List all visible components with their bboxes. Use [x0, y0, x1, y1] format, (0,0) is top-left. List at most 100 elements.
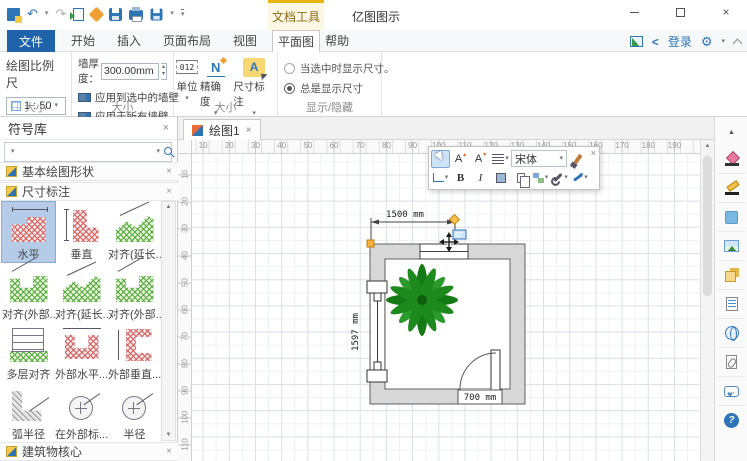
save-as-caret-icon[interactable]: ▾ [170, 10, 174, 18]
scroll-up-icon[interactable]: ▲ [166, 204, 172, 210]
symbol-item[interactable]: 垂直 [55, 202, 108, 262]
symbol-item[interactable]: 水平 [2, 202, 55, 262]
dimension-left[interactable]: 1597 mm [351, 313, 361, 351]
dimension-top[interactable]: 1500 mm [371, 210, 455, 241]
wall-thickness-input[interactable] [101, 63, 159, 80]
bold-button[interactable]: B [451, 169, 470, 187]
settings-gear-icon[interactable]: ⚙ [701, 35, 713, 49]
window-top[interactable] [420, 244, 468, 259]
save-as-icon[interactable] [151, 8, 163, 20]
fill-format-tool[interactable] [718, 145, 745, 174]
edraw-logo-icon[interactable] [7, 8, 20, 21]
tab-file[interactable]: 文件 [7, 30, 55, 52]
top-dimension-text: 1500 mm [386, 210, 424, 220]
stepper-up-icon[interactable]: ▴ [162, 64, 165, 71]
drawing-canvas[interactable]: 700 mm 1500 mm 1597 mm [192, 154, 700, 461]
section-building-core[interactable]: 建筑物核心 × [0, 442, 178, 461]
maximize-button[interactable] [665, 2, 695, 22]
export-image-icon[interactable] [630, 36, 643, 47]
symbol-search-input[interactable] [15, 144, 157, 160]
menu-tab[interactable]: 帮助 [314, 30, 360, 52]
undo-caret-icon[interactable]: ▾ [45, 10, 49, 18]
fill-square-icon [496, 173, 506, 183]
symbol-item[interactable]: 对齐(延长... [108, 202, 161, 262]
layers-tool[interactable] [718, 261, 745, 290]
login-link[interactable]: 登录 [668, 33, 692, 50]
settings-caret-icon[interactable]: ▾ [721, 38, 725, 46]
tab-floorplan-active[interactable]: 平面图 [272, 30, 320, 52]
menu-tab[interactable]: 插入 [106, 30, 152, 52]
section-basic-close-icon[interactable]: × [166, 166, 172, 177]
document-tab[interactable]: 绘图1 × [183, 119, 261, 140]
symbol-item[interactable]: 对齐(延长... [55, 262, 108, 322]
scroll-down-icon[interactable]: ▼ [166, 432, 172, 438]
tools-button[interactable]: ▾ [551, 169, 570, 187]
copy-style-button[interactable] [511, 169, 530, 187]
floating-toolbar-close-icon[interactable]: × [591, 148, 596, 158]
menu-tab[interactable]: 视图 [222, 30, 268, 52]
room-walls[interactable] [370, 244, 525, 404]
section-basic-shapes[interactable]: 基本绘图形状 × [0, 162, 178, 181]
menu-tab[interactable]: 开始 [60, 30, 106, 52]
paragraph-options-button[interactable]: ▾ [491, 150, 510, 168]
symbol-item[interactable]: 多层对齐 [2, 322, 55, 382]
wall-thickness-stepper[interactable]: ▴ ▾ [161, 63, 167, 80]
symbol-item[interactable]: 对齐(外部... [108, 262, 161, 322]
symbol-item[interactable]: 弧半径 [2, 382, 55, 442]
symbol-item[interactable]: 半径 [108, 382, 161, 442]
canvas-scrollbar-thumb[interactable] [703, 156, 712, 296]
symbol-item[interactable]: 对齐(外部... [2, 262, 55, 322]
save-icon[interactable] [109, 8, 122, 21]
search-icon[interactable] [164, 147, 172, 155]
fill-color-button[interactable] [491, 169, 510, 187]
format-painter-button[interactable] [568, 150, 587, 168]
ribbon-group-show-hide: 当选中时显示尺寸。 总是显示尺寸 显示/隐藏 [278, 52, 382, 116]
connector-tool-button[interactable]: ▾ [431, 169, 450, 187]
italic-button[interactable]: I [471, 169, 490, 187]
find-replace-button[interactable]: ▾ [531, 169, 550, 187]
font-family-combobox[interactable]: 宋体▾ [511, 150, 567, 167]
cursor-icon [434, 151, 447, 166]
help-tool[interactable]: ? [718, 406, 745, 435]
shape-format-tool[interactable] [718, 203, 745, 232]
redo-icon[interactable]: ↷ [55, 7, 66, 21]
notes-tool[interactable] [718, 290, 745, 319]
hyperlink-tool[interactable] [718, 319, 745, 348]
sidebar-collapse-icon[interactable]: ▲ [715, 129, 747, 136]
comment-tool[interactable]: ... [718, 377, 745, 406]
canvas-vertical-scrollbar[interactable]: ▲ [700, 140, 714, 461]
attachment-tool[interactable] [718, 348, 745, 377]
minimize-button[interactable] [619, 2, 649, 22]
radio-always-show[interactable]: 总是显示尺寸 [284, 81, 375, 96]
radio-show-when-selected[interactable]: 当选中时显示尺寸。 [284, 61, 375, 76]
symbol-item[interactable]: 外部垂直... [108, 322, 161, 382]
symbol-grid-scrollbar[interactable]: ▲ ▼ [161, 201, 176, 441]
stepper-down-icon[interactable]: ▾ [162, 71, 165, 78]
select-tool-button[interactable] [431, 150, 450, 168]
symbol-item[interactable]: 在外部标... [55, 382, 108, 442]
undo-icon[interactable]: ↶ [27, 7, 38, 21]
symbol-panel-close-icon[interactable]: × [163, 122, 169, 134]
insert-picture-tool[interactable] [718, 232, 745, 261]
collapse-ribbon-icon[interactable] [733, 38, 743, 48]
line-style-tool[interactable] [718, 174, 745, 203]
increase-font-button[interactable]: A▴ [451, 150, 470, 168]
customize-qat-icon[interactable]: ▾ [181, 9, 185, 19]
menu-tab[interactable]: 页面布局 [152, 30, 222, 52]
decrease-font-button[interactable]: A▾ [471, 150, 490, 168]
edraw-diamond-icon[interactable] [89, 6, 105, 22]
search-history-caret-icon[interactable]: ▾ [157, 148, 161, 156]
document-tab-close-icon[interactable]: × [246, 125, 252, 136]
selection-handle-square[interactable] [367, 240, 374, 247]
section-dimensioning[interactable]: 尺寸标注 × [0, 182, 178, 201]
section-dim-close-icon[interactable]: × [166, 186, 172, 197]
symbol-item[interactable]: 外部水平... [55, 322, 108, 382]
close-button[interactable]: × [711, 2, 741, 22]
section-building-close-icon[interactable]: × [166, 446, 172, 457]
dimension-door[interactable]: 700 mm [458, 390, 502, 404]
share-icon[interactable]: < [652, 35, 659, 49]
print-icon[interactable] [129, 10, 143, 20]
import-icon[interactable] [73, 8, 84, 21]
canvas-scroll-up-icon[interactable]: ▲ [701, 143, 714, 149]
edit-pen-button[interactable]: ▾ [571, 169, 590, 187]
